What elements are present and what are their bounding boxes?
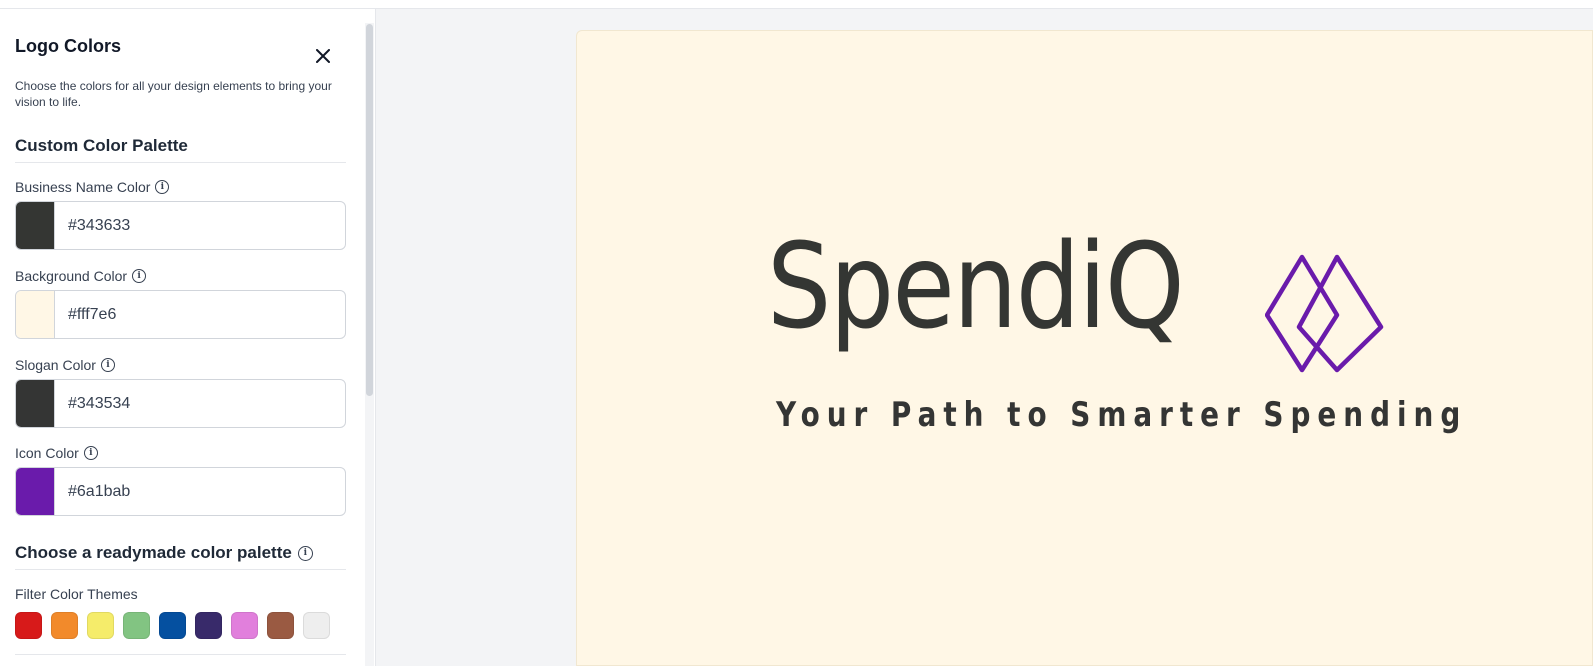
top-bar (0, 0, 1593, 9)
theme-red[interactable] (15, 612, 42, 639)
info-icon[interactable]: i (100, 358, 115, 372)
business-name: SpendiQ (767, 217, 1185, 355)
color-swatch[interactable] (16, 380, 55, 427)
theme-gray[interactable] (303, 612, 330, 639)
field-label-text: Icon Color (15, 445, 79, 461)
theme-green[interactable] (123, 612, 150, 639)
slogan-color-input[interactable] (55, 380, 345, 427)
field-label-text: Business Name Color (15, 179, 151, 195)
custom-palette-heading: Custom Color Palette (15, 136, 346, 163)
theme-orange[interactable] (51, 612, 78, 639)
business-name-color-label: Business Name Color i (15, 179, 170, 195)
info-icon[interactable]: i (132, 269, 147, 283)
icon-color-input[interactable] (55, 468, 345, 515)
panel-scrollbar[interactable] (365, 23, 374, 666)
business-name-color-field (15, 201, 346, 250)
field-label-text: Background Color (15, 268, 128, 284)
divider (15, 654, 346, 655)
icon-color-field (15, 467, 346, 516)
panel-description: Choose the colors for all your design el… (15, 79, 332, 109)
slogan: Your Path to Smarter Spending (776, 395, 1468, 435)
info-icon[interactable]: i (155, 180, 170, 194)
readymade-palette-heading-text: Choose a readymade color palette (15, 543, 292, 562)
close-icon (316, 49, 330, 63)
background-color-label: Background Color i (15, 268, 147, 284)
theme-blue[interactable] (159, 612, 186, 639)
readymade-palette-heading: Choose a readymade color palette i (15, 543, 346, 570)
icon-color-label: Icon Color i (15, 445, 98, 461)
filter-color-themes-label: Filter Color Themes (15, 586, 138, 602)
business-name-color-input[interactable] (55, 202, 345, 249)
slogan-color-field (15, 379, 346, 428)
slogan-color-label: Slogan Color i (15, 357, 115, 373)
theme-brown[interactable] (267, 612, 294, 639)
background-color-field (15, 290, 346, 339)
close-button[interactable] (313, 46, 333, 66)
logo-preview-canvas: SpendiQ Your Path to Smarter Spending (576, 30, 1593, 666)
logo-colors-panel: Logo Colors Choose the colors for all yo… (0, 9, 376, 666)
scrollbar-thumb[interactable] (366, 24, 373, 396)
field-label-text: Slogan Color (15, 357, 96, 373)
theme-filter-row (15, 612, 330, 639)
double-diamond-icon (1265, 254, 1384, 373)
panel-title: Logo Colors (15, 36, 121, 56)
color-swatch[interactable] (16, 468, 55, 515)
info-icon[interactable]: i (83, 446, 98, 460)
background-color-input[interactable] (55, 291, 345, 338)
theme-purple[interactable] (195, 612, 222, 639)
info-icon[interactable]: i (297, 545, 313, 561)
color-swatch[interactable] (16, 202, 55, 249)
theme-yellow[interactable] (87, 612, 114, 639)
theme-pink[interactable] (231, 612, 258, 639)
color-swatch[interactable] (16, 291, 55, 338)
